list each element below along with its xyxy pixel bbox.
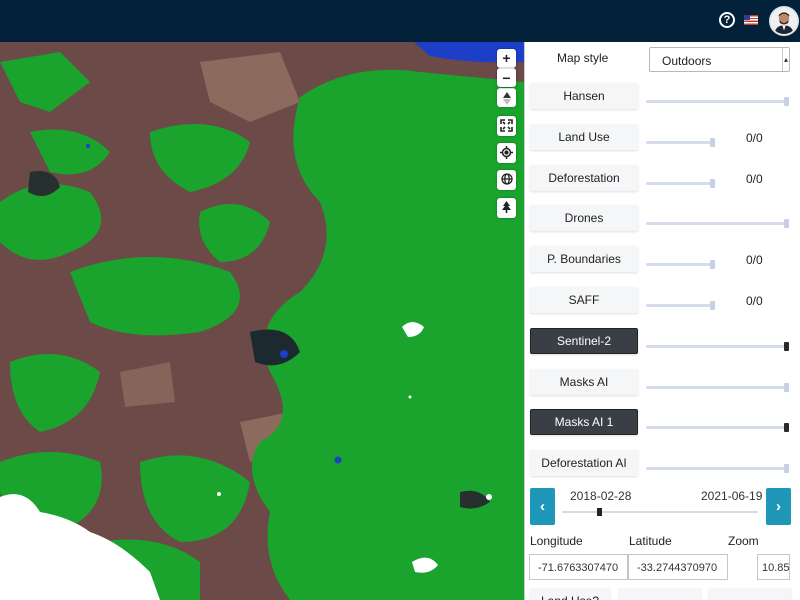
latitude-field[interactable]: -33.2744370970 <box>628 554 728 580</box>
slider-handle[interactable] <box>784 383 789 392</box>
map-style-label: Map style <box>557 51 609 65</box>
layer-button[interactable]: Deforestation AI <box>530 450 638 476</box>
map-style-value: Outdoors <box>662 54 712 68</box>
layer-feature-count: 0/0 <box>746 253 763 267</box>
date-slider-handle[interactable] <box>597 508 603 516</box>
slider-handle[interactable] <box>784 97 789 106</box>
slider-handle[interactable] <box>710 301 715 310</box>
zoom-in-button[interactable]: + <box>497 49 516 68</box>
layer-button[interactable]: P. Boundaries <box>530 246 638 272</box>
bottom-button-2[interactable] <box>619 588 701 600</box>
date-end-label: 2021-06-19 <box>701 489 763 503</box>
layer-button[interactable]: Hansen <box>530 83 638 109</box>
compass-button[interactable] <box>497 88 516 107</box>
layer-feature-count: 0/0 <box>746 131 763 145</box>
layer-button[interactable]: Masks AI <box>530 369 638 395</box>
slider-handle[interactable] <box>784 464 789 473</box>
layer-opacity-slider[interactable] <box>646 423 789 432</box>
globe-button[interactable] <box>497 170 516 190</box>
map-water <box>280 350 288 358</box>
date-slider[interactable] <box>562 508 758 516</box>
locate-button[interactable] <box>497 143 516 163</box>
map-cloud <box>486 494 492 500</box>
latitude-label: Latitude <box>629 534 672 548</box>
layer-opacity-slider[interactable] <box>646 383 789 392</box>
crosshair-icon <box>500 146 513 159</box>
layer-opacity-slider[interactable] <box>646 97 789 106</box>
top-navigation-bar: ? <box>0 0 800 42</box>
globe-icon <box>500 173 513 185</box>
us-flag-icon[interactable] <box>744 15 758 25</box>
map-cloud <box>408 395 412 399</box>
layer-button[interactable]: Masks AI 1 <box>530 409 638 435</box>
layer-button[interactable]: Land Use <box>530 124 638 150</box>
longitude-field[interactable]: -71.6763307470 <box>529 554 628 580</box>
satellite-map[interactable]: + − <box>0 42 524 600</box>
chevron-down-icon: ▴ <box>782 48 789 71</box>
layer-opacity-slider[interactable] <box>646 179 715 188</box>
user-avatar-icon[interactable] <box>769 6 799 36</box>
map-cloud <box>217 492 221 496</box>
map-style-select[interactable]: Outdoors ▴ <box>649 47 790 72</box>
fullscreen-button[interactable] <box>497 116 516 136</box>
slider-handle[interactable] <box>710 260 715 269</box>
zoom-label: Zoom <box>728 534 759 548</box>
tree-icon <box>502 201 511 213</box>
date-next-button[interactable]: › <box>766 488 791 525</box>
date-prev-button[interactable]: ‹ <box>530 488 555 525</box>
layer-feature-count: 0/0 <box>746 294 763 308</box>
layer-feature-count: 0/0 <box>746 172 763 186</box>
layer-button[interactable]: Drones <box>530 205 638 231</box>
slider-handle[interactable] <box>784 219 789 228</box>
layer-button[interactable]: Deforestation <box>530 165 638 191</box>
map-water <box>334 456 342 464</box>
date-start-label: 2018-02-28 <box>570 489 632 503</box>
tree-button[interactable] <box>497 198 516 218</box>
question-circle-icon[interactable]: ? <box>719 12 735 28</box>
layer-opacity-slider[interactable] <box>646 219 789 228</box>
map-water <box>86 144 90 148</box>
layers-panel: Map style Outdoors ▴ Hansen Land Use 0/0 De… <box>524 42 800 600</box>
layer-opacity-slider[interactable] <box>646 138 715 147</box>
slider-handle[interactable] <box>784 423 789 432</box>
longitude-label: Longitude <box>530 534 583 548</box>
zoom-out-button[interactable]: − <box>497 68 516 87</box>
compass-icon <box>502 92 511 105</box>
layer-button[interactable]: Sentinel-2 <box>530 328 638 354</box>
slider-handle[interactable] <box>784 342 789 351</box>
map-vegetation <box>70 257 240 336</box>
layer-opacity-slider[interactable] <box>646 260 715 269</box>
bottom-button-3[interactable] <box>709 588 791 600</box>
layer-opacity-slider[interactable] <box>646 301 715 310</box>
slider-handle[interactable] <box>710 138 715 147</box>
map-imagery[interactable] <box>0 42 524 600</box>
layer-button[interactable]: SAFF <box>530 287 638 313</box>
fullscreen-icon <box>500 119 513 132</box>
land-use-query-button[interactable]: Land Use? <box>530 588 610 600</box>
layer-opacity-slider[interactable] <box>646 464 789 473</box>
zoom-field[interactable]: 10.85218 <box>757 554 790 580</box>
layer-opacity-slider[interactable] <box>646 342 789 351</box>
slider-handle[interactable] <box>710 179 715 188</box>
